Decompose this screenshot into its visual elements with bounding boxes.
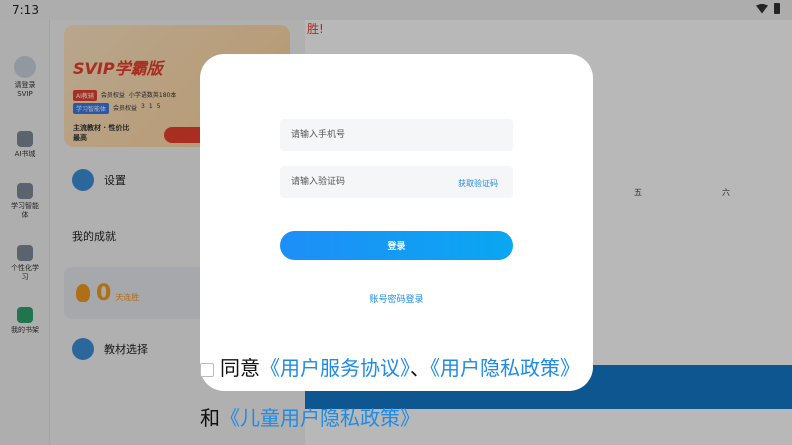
book-icon [17, 131, 33, 147]
wifi-icon [756, 3, 768, 14]
gear-icon [72, 169, 94, 191]
get-code-link[interactable]: 获取验证码 [458, 178, 498, 189]
win-text: 胜! [307, 22, 324, 36]
agree-checkbox[interactable] [200, 362, 214, 377]
svip-row-agent: 学习智能体 会员权益 3 1 5 [73, 103, 161, 114]
streak-value: 0 [96, 280, 112, 306]
textbook-icon [72, 338, 94, 360]
book-open-icon [17, 245, 33, 261]
agree-sep: 、 [410, 356, 430, 380]
svip-title: SVIP学霸版 [73, 59, 163, 78]
shelf-icon [17, 307, 33, 323]
agreement-line: 同意《用户服务协议》、《用户隐私政策》和《儿童用户隐私政策》 [200, 343, 595, 443]
rail-item-label: 请登录 [14, 81, 36, 89]
rail-item-label: 个性化学习 [11, 264, 39, 281]
rail-item-sub: SVIP [17, 90, 33, 98]
rail-item-label: AI书城 [14, 150, 36, 158]
textbook-label: 教材选择 [104, 343, 148, 356]
rail-item-label: 我的书架 [11, 326, 39, 334]
avatar [14, 56, 36, 78]
phone-input[interactable] [280, 119, 513, 151]
login-dialog: 获取验证码 登录 账号密码登录 [200, 54, 593, 391]
battery-icon [774, 3, 780, 14]
login-button[interactable]: 登录 [280, 231, 513, 260]
svip-footnote: 主流教材 · 性价比 最高 [73, 124, 130, 142]
weekday-fri: 五 [634, 188, 642, 197]
achievement-title: 我的成就 [72, 230, 116, 243]
privacy-policy-link[interactable]: 《用户隐私政策》 [430, 356, 580, 380]
child-privacy-link[interactable]: 《儿童用户隐私政策》 [220, 406, 420, 430]
svip-row-ai: AI教辅 会员权益 小学语数英180本 [73, 90, 176, 101]
status-icons [756, 3, 780, 14]
rail-item-shelf[interactable]: 我的书架 [0, 307, 50, 335]
agree-prefix: 同意 [220, 356, 260, 380]
rail-item-label: 学习智能体 [11, 202, 39, 219]
nav-rail: 请登录 SVIP AI书城 学习智能体 个性化学习 我的书架 [0, 20, 50, 445]
ai-icon [17, 183, 33, 199]
rail-item-ai-bookstore[interactable]: AI书城 [0, 131, 50, 159]
streak-label: 天连胜 [115, 292, 140, 302]
status-time: 7:13 [12, 3, 39, 17]
rail-item-agent[interactable]: 学习智能体 [0, 183, 50, 220]
service-agreement-link[interactable]: 《用户服务协议》 [260, 356, 410, 380]
flame-icon [76, 284, 90, 302]
agree-and: 和 [200, 406, 220, 430]
password-login-link[interactable]: 账号密码登录 [200, 292, 593, 305]
rail-item-personal[interactable]: 个性化学习 [0, 245, 50, 282]
status-bar: 7:13 [0, 0, 792, 20]
weekday-sat: 六 [722, 188, 730, 197]
settings-label: 设置 [104, 174, 126, 187]
rail-item-login[interactable]: 请登录 SVIP [0, 56, 50, 99]
